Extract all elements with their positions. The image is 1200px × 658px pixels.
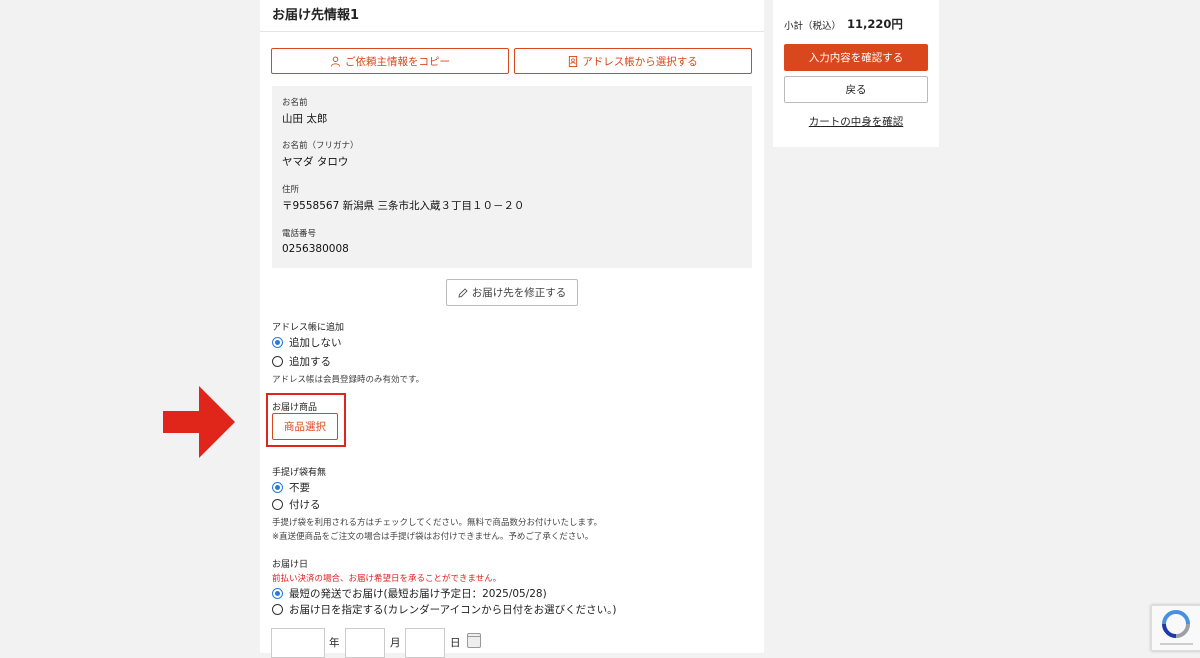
kana-value: ヤマダ タロウ (282, 156, 349, 168)
radio-button[interactable] (272, 499, 283, 510)
recaptcha-icon (1160, 610, 1193, 645)
addressbook-select-label: アドレス帳から選択する (582, 55, 698, 68)
divider (260, 31, 764, 32)
year-unit: 年 (329, 637, 340, 649)
order-summary-panel: 小計（税込） 11,220円 入力内容を確認する 戻る カートの中身を確認 (773, 0, 939, 147)
address-label: 住所 (282, 185, 300, 195)
address-value: 〒9558567 新潟県 三条市北入蔵３丁目１０－２０ (282, 200, 525, 212)
radio-label: 追加しない (289, 337, 342, 349)
subtotal-value: 11,220円 (847, 17, 903, 31)
year-input[interactable] (271, 628, 325, 658)
radio-label: 不要 (289, 482, 310, 494)
name-label: お名前 (282, 98, 308, 108)
day-unit: 日 (450, 637, 461, 649)
month-input[interactable] (345, 628, 385, 658)
product-label: お届け商品 (272, 403, 318, 413)
radio-label: お届け日を指定する(カレンダーアイコンから日付をお選びください。) (289, 604, 617, 616)
addressbook-note: アドレス帳は会員登録時のみ有効です。 (272, 375, 425, 385)
delivery-date-warning: 前払い決済の場合、お届け希望日を承ることができません。 (272, 574, 502, 584)
radio-label: 最短の発送でお届け(最短お届け予定日：2025/05/28) (289, 588, 547, 600)
back-button[interactable]: 戻る (784, 76, 928, 103)
copy-requester-button[interactable]: ご依頼主情報をコピー (271, 48, 509, 74)
day-input[interactable] (405, 628, 445, 658)
bag-note-2: ※直送便商品をご注文の場合は手提げ袋はお付けできません。予めご了承ください。 (272, 532, 594, 542)
right-arrow-icon (163, 386, 235, 458)
section-title: お届け先情報1 (272, 8, 360, 23)
radio-bag-none[interactable]: 不要 (272, 480, 310, 495)
copy-requester-label: ご依頼主情報をコピー (345, 55, 450, 68)
pencil-icon (458, 287, 468, 298)
addressbook-select-button[interactable]: アドレス帳から選択する (514, 48, 752, 74)
radio-no-add[interactable]: 追加しない (272, 335, 342, 350)
kana-label: お名前（フリガナ） (282, 141, 359, 151)
radio-label: 付ける (289, 499, 321, 511)
bag-note-1: 手提げ袋を利用される方はチェックしてください。無料で商品数分お付けいたします。 (272, 518, 603, 528)
radio-earliest-delivery[interactable]: 最短の発送でお届け(最短お届け予定日：2025/05/28) (272, 586, 547, 601)
calendar-icon[interactable] (467, 633, 481, 648)
delivery-form-panel: お届け先情報1 ご依頼主情報をコピー アドレス帳から選択する お名前 山田 太郎… (260, 0, 764, 658)
subtotal-label: 小計（税込） (784, 21, 842, 32)
delivery-date-label: お届け日 (272, 560, 309, 570)
bag-label: 手提げ袋有無 (272, 468, 327, 478)
radio-button[interactable] (272, 337, 283, 348)
person-icon (330, 55, 341, 67)
month-unit: 月 (390, 637, 401, 649)
radio-button[interactable] (272, 588, 283, 599)
phone-value: 0256380008 (282, 243, 349, 255)
radio-button[interactable] (272, 482, 283, 493)
address-book-icon (569, 55, 578, 67)
recipient-info-box: お名前 山田 太郎 お名前（フリガナ） ヤマダ タロウ 住所 〒9558567 … (272, 86, 752, 268)
select-product-button[interactable]: 商品選択 (272, 413, 338, 440)
radio-add[interactable]: 追加する (272, 354, 331, 369)
phone-label: 電話番号 (282, 229, 317, 239)
view-cart-link[interactable]: カートの中身を確認 (773, 114, 939, 129)
edit-recipient-button[interactable]: お届け先を修正する (446, 279, 578, 306)
confirm-input-button[interactable]: 入力内容を確認する (784, 44, 928, 71)
radio-button[interactable] (272, 604, 283, 615)
addressbook-add-label: アドレス帳に追加 (272, 323, 345, 333)
radio-button[interactable] (272, 356, 283, 367)
radio-specify-date[interactable]: お届け日を指定する(カレンダーアイコンから日付をお選びください。) (272, 602, 617, 617)
radio-label: 追加する (289, 356, 331, 368)
recaptcha-badge[interactable] (1151, 605, 1200, 651)
edit-recipient-label: お届け先を修正する (471, 287, 567, 299)
radio-bag-add[interactable]: 付ける (272, 497, 321, 512)
name-value: 山田 太郎 (282, 113, 328, 125)
